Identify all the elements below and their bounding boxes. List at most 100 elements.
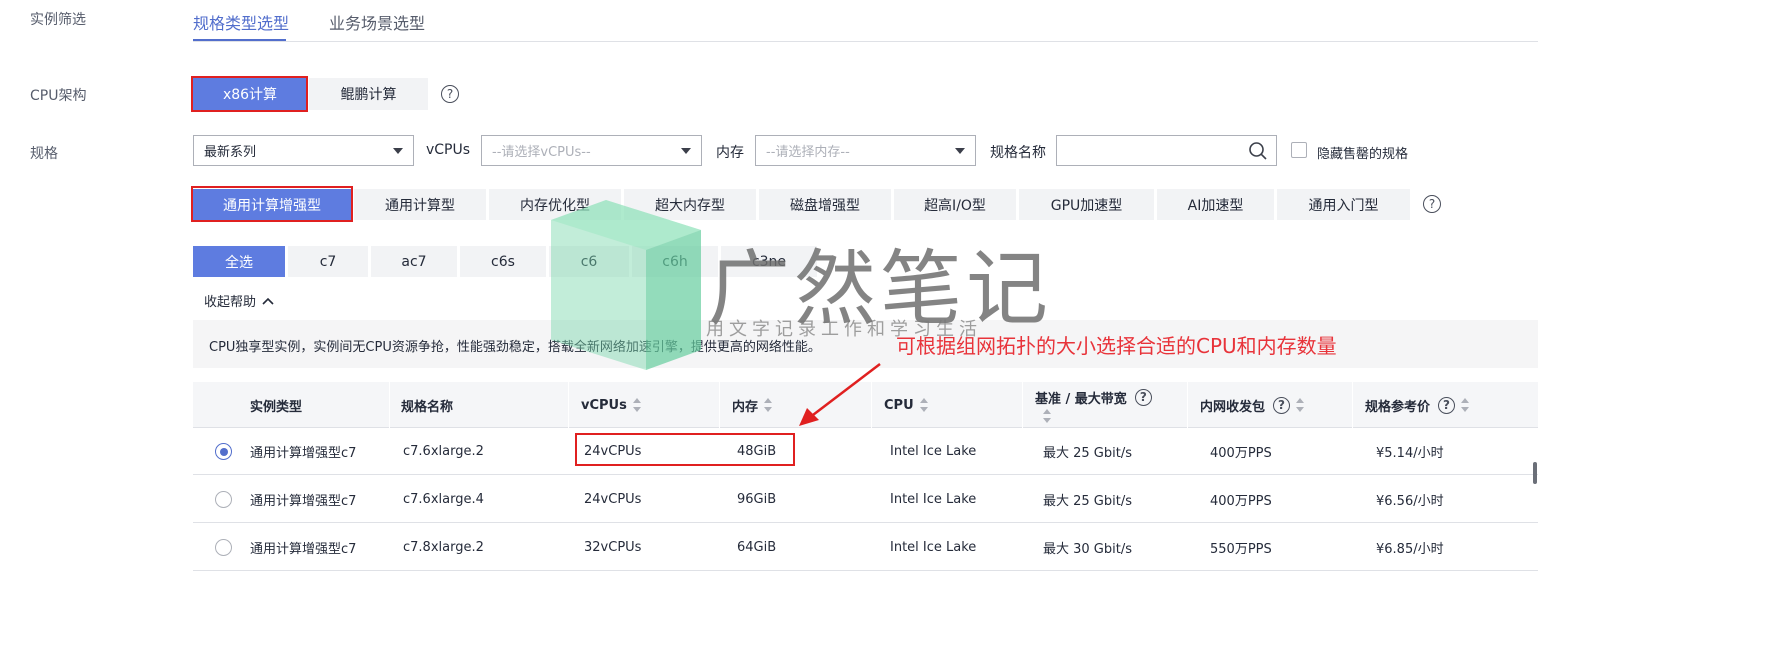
- collapse-help-toggle[interactable]: 收起帮助: [204, 291, 275, 310]
- vertical-scrollbar[interactable]: [1533, 462, 1537, 484]
- chevron-down-icon: [681, 148, 691, 154]
- column-divider: [1352, 382, 1353, 428]
- type-button-high-io[interactable]: 超高I/O型: [894, 189, 1016, 220]
- cell-cpu: Intel Ice Lake: [890, 540, 977, 555]
- tab-divider: [193, 41, 1538, 42]
- type-button-disk-enhanced[interactable]: 磁盘增强型: [759, 189, 891, 220]
- search-icon[interactable]: [1248, 141, 1268, 161]
- column-divider: [1022, 382, 1023, 428]
- cell-price: ¥5.14/小时: [1376, 446, 1444, 461]
- col-pps[interactable]: 内网收发包?: [1200, 382, 1305, 428]
- watermark-subtitle: 用文字记录工作和学习生活: [706, 319, 982, 340]
- memory-select[interactable]: --请选择内存--: [755, 135, 976, 166]
- cell-bandwidth: 最大 30 Gbit/s: [1043, 542, 1132, 557]
- filter-label: 实例筛选: [30, 12, 86, 28]
- info-banner-text: CPU独享型实例，实例间无CPU资源争抢，性能强劲稳定，搭载全新网络加速引擎，提…: [209, 340, 821, 355]
- sort-icon[interactable]: [1296, 398, 1305, 412]
- sort-icon[interactable]: [764, 398, 773, 412]
- type-button-gpu[interactable]: GPU加速型: [1019, 189, 1154, 220]
- cell-vcpus: 32vCPUs: [584, 540, 642, 555]
- cell-type: 通用计算增强型c7: [250, 494, 357, 509]
- watermark-logo-icon: [551, 200, 701, 370]
- col-label: CPU: [884, 397, 914, 413]
- cell-cpu: Intel Ice Lake: [890, 492, 977, 507]
- question-circle-icon[interactable]: ?: [1438, 396, 1456, 414]
- spec-name-search-input[interactable]: [1056, 135, 1277, 166]
- cell-name: c7.6xlarge.2: [403, 444, 484, 459]
- collapse-help-label: 收起帮助: [204, 295, 257, 310]
- sort-icon[interactable]: [1043, 408, 1051, 423]
- cell-price: ¥6.85/小时: [1376, 542, 1444, 557]
- highlight-box: [575, 433, 795, 466]
- column-divider: [1187, 382, 1188, 428]
- row-radio[interactable]: [215, 443, 232, 460]
- chevron-down-icon: [955, 148, 965, 154]
- highlight-box: [191, 76, 308, 112]
- col-memory[interactable]: 内存: [732, 382, 773, 428]
- highlight-box: [191, 186, 353, 222]
- cell-cpu: Intel Ice Lake: [890, 444, 977, 459]
- cell-bandwidth: 最大 25 Gbit/s: [1043, 494, 1132, 509]
- type-button-general[interactable]: 通用计算型: [354, 189, 486, 220]
- series-select-value: 最新系列: [204, 145, 257, 160]
- cell-type: 通用计算增强型c7: [250, 446, 357, 461]
- col-spec-name[interactable]: 规格名称: [401, 382, 453, 428]
- cell-memory: 96GiB: [737, 492, 777, 507]
- series-select[interactable]: 最新系列: [193, 135, 414, 166]
- question-circle-icon[interactable]: ?: [441, 85, 459, 103]
- tab-scenario[interactable]: 业务场景选型: [329, 10, 425, 34]
- col-bandwidth[interactable]: 基准 / 最大带宽 ?: [1035, 382, 1152, 428]
- cell-vcpus: 24vCPUs: [584, 492, 642, 507]
- column-divider: [389, 382, 390, 428]
- cell-bandwidth: 最大 25 Gbit/s: [1043, 446, 1132, 461]
- memory-label: 内存: [716, 145, 744, 161]
- spec-label: 规格: [30, 146, 58, 162]
- question-circle-icon[interactable]: ?: [1134, 388, 1152, 406]
- question-circle-icon[interactable]: ?: [1273, 396, 1291, 414]
- question-circle-icon[interactable]: ?: [1423, 195, 1441, 213]
- kunpeng-button[interactable]: 鲲鹏计算: [309, 78, 428, 110]
- family-button-c7[interactable]: c7: [288, 246, 368, 277]
- tab-spec-type[interactable]: 规格类型选型: [193, 10, 289, 34]
- col-price[interactable]: 规格参考价?: [1365, 382, 1470, 428]
- cell-name: c7.6xlarge.4: [403, 492, 484, 507]
- hide-soldout-label: 隐藏售罄的规格: [1317, 147, 1409, 162]
- col-label: 规格名称: [401, 399, 454, 415]
- family-button-all[interactable]: 全选: [193, 246, 285, 277]
- spec-name-label: 规格名称: [990, 145, 1046, 161]
- chevron-down-icon: [393, 148, 403, 154]
- vcpus-placeholder: --请选择vCPUs--: [492, 145, 591, 160]
- vcpus-label: vCPUs: [426, 142, 471, 158]
- chevron-up-icon: [262, 297, 274, 305]
- cell-memory: 64GiB: [737, 540, 777, 555]
- table-row[interactable]: 通用计算增强型c7 c7.8xlarge.2 32vCPUs 64GiB Int…: [193, 524, 1538, 571]
- family-button-ac7[interactable]: ac7: [371, 246, 457, 277]
- column-divider: [568, 382, 569, 428]
- hide-soldout-checkbox[interactable]: [1291, 142, 1307, 158]
- cell-pps: 400万PPS: [1210, 446, 1272, 461]
- cell-pps: 400万PPS: [1210, 494, 1272, 509]
- vcpus-select[interactable]: --请选择vCPUs--: [481, 135, 702, 166]
- row-radio[interactable]: [215, 491, 232, 508]
- sort-icon[interactable]: [632, 398, 641, 412]
- sort-icon[interactable]: [1461, 398, 1470, 412]
- col-cpu[interactable]: CPU: [884, 382, 928, 428]
- col-label: 实例类型: [250, 399, 303, 415]
- cell-name: c7.8xlarge.2: [403, 540, 484, 555]
- family-button-c6s[interactable]: c6s: [460, 246, 546, 277]
- col-instance-type[interactable]: 实例类型: [250, 382, 302, 428]
- memory-placeholder: --请选择内存--: [766, 145, 850, 160]
- col-label: vCPUs: [581, 397, 627, 413]
- cell-pps: 550万PPS: [1210, 542, 1272, 557]
- sort-icon[interactable]: [919, 398, 928, 412]
- col-label: 内存: [732, 399, 759, 415]
- col-vcpus[interactable]: vCPUs: [581, 382, 641, 428]
- cell-price: ¥6.56/小时: [1376, 494, 1444, 509]
- type-button-ai[interactable]: AI加速型: [1157, 189, 1274, 220]
- table-row[interactable]: 通用计算增强型c7 c7.6xlarge.2 24vCPUs 48GiB Int…: [193, 428, 1538, 475]
- row-radio[interactable]: [215, 539, 232, 556]
- col-label: 规格参考价: [1365, 399, 1431, 415]
- active-tab-indicator: [193, 39, 286, 41]
- type-button-entry[interactable]: 通用入门型: [1277, 189, 1410, 220]
- table-row[interactable]: 通用计算增强型c7 c7.6xlarge.4 24vCPUs 96GiB Int…: [193, 476, 1538, 523]
